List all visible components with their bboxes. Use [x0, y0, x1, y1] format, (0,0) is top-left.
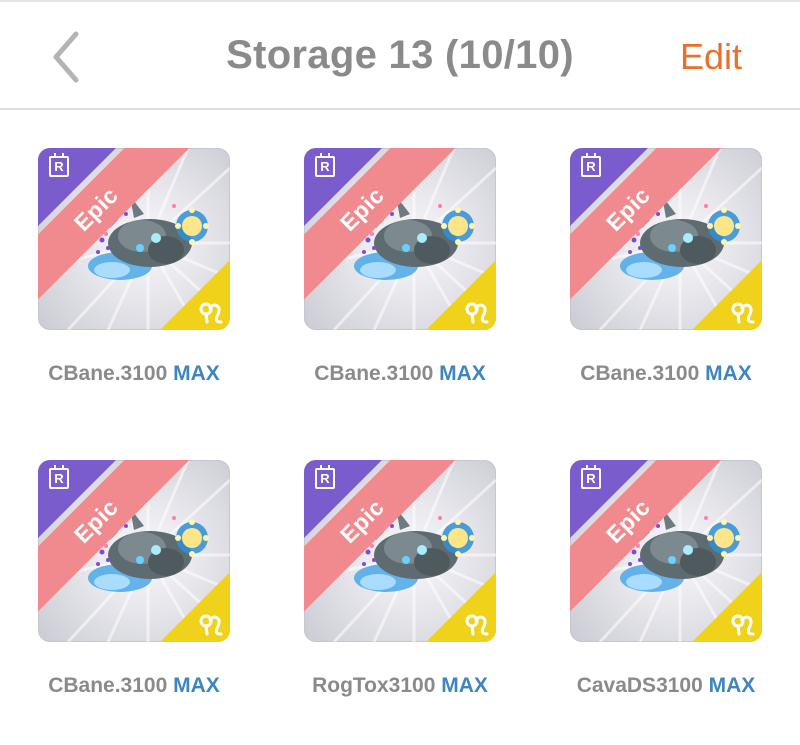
- nav-header: Storage 13 (10/10) Edit: [0, 0, 800, 110]
- storage-item-1[interactable]: Epic R CBane.3100 MAX: [0, 110, 268, 410]
- item-name: CavaDS3100: [576, 674, 703, 697]
- item-name: RogTox3100: [312, 674, 436, 697]
- storage-item-3[interactable]: Epic R CBane.3100 MAX: [532, 110, 800, 410]
- item-label: CavaDS3100 MAX: [532, 674, 800, 698]
- item-card[interactable]: Epic R: [304, 148, 496, 330]
- item-level: MAX: [439, 362, 486, 385]
- item-card[interactable]: Epic R: [570, 148, 762, 330]
- back-button[interactable]: [40, 28, 90, 86]
- calendar-r-icon: R: [315, 465, 335, 489]
- item-name: CBane.3100: [314, 362, 434, 385]
- item-level: MAX: [705, 362, 752, 385]
- calendar-r-icon: R: [581, 153, 601, 177]
- storage-item-5[interactable]: Epic R RogTox3100 MAX: [266, 422, 534, 722]
- leo-icon: [731, 614, 755, 636]
- leo-icon: [731, 302, 755, 324]
- item-card[interactable]: Epic R: [38, 148, 230, 330]
- item-label: CBane.3100 MAX: [0, 362, 268, 386]
- item-level: MAX: [708, 674, 756, 697]
- item-label: RogTox3100 MAX: [266, 674, 534, 698]
- leo-icon: [465, 614, 489, 636]
- item-card[interactable]: Epic R: [304, 460, 496, 642]
- item-level: MAX: [441, 674, 488, 697]
- item-card[interactable]: Epic R: [38, 460, 230, 642]
- item-name: CBane.3100: [48, 674, 168, 697]
- item-level: MAX: [173, 674, 220, 697]
- calendar-r-icon: R: [581, 465, 601, 489]
- storage-item-2[interactable]: Epic R CBane.3100 MAX: [266, 110, 534, 410]
- item-name: CBane.3100: [580, 362, 700, 385]
- leo-icon: [465, 302, 489, 324]
- item-name: CBane.3100: [48, 362, 168, 385]
- chevron-left-icon: [53, 31, 79, 83]
- leo-icon: [199, 614, 223, 636]
- calendar-r-icon: R: [49, 465, 69, 489]
- edit-button[interactable]: Edit: [680, 36, 742, 78]
- leo-icon: [199, 302, 223, 324]
- calendar-r-icon: R: [49, 153, 69, 177]
- item-label: CBane.3100 MAX: [532, 362, 800, 386]
- item-level: MAX: [173, 362, 220, 385]
- calendar-r-icon: R: [315, 153, 335, 177]
- storage-item-6[interactable]: Epic R CavaDS3100 MAX: [532, 422, 800, 722]
- item-label: CBane.3100 MAX: [0, 674, 268, 698]
- item-label: CBane.3100 MAX: [266, 362, 534, 386]
- item-card[interactable]: Epic R: [570, 460, 762, 642]
- storage-item-4[interactable]: Epic R CBane.3100 MAX: [0, 422, 268, 722]
